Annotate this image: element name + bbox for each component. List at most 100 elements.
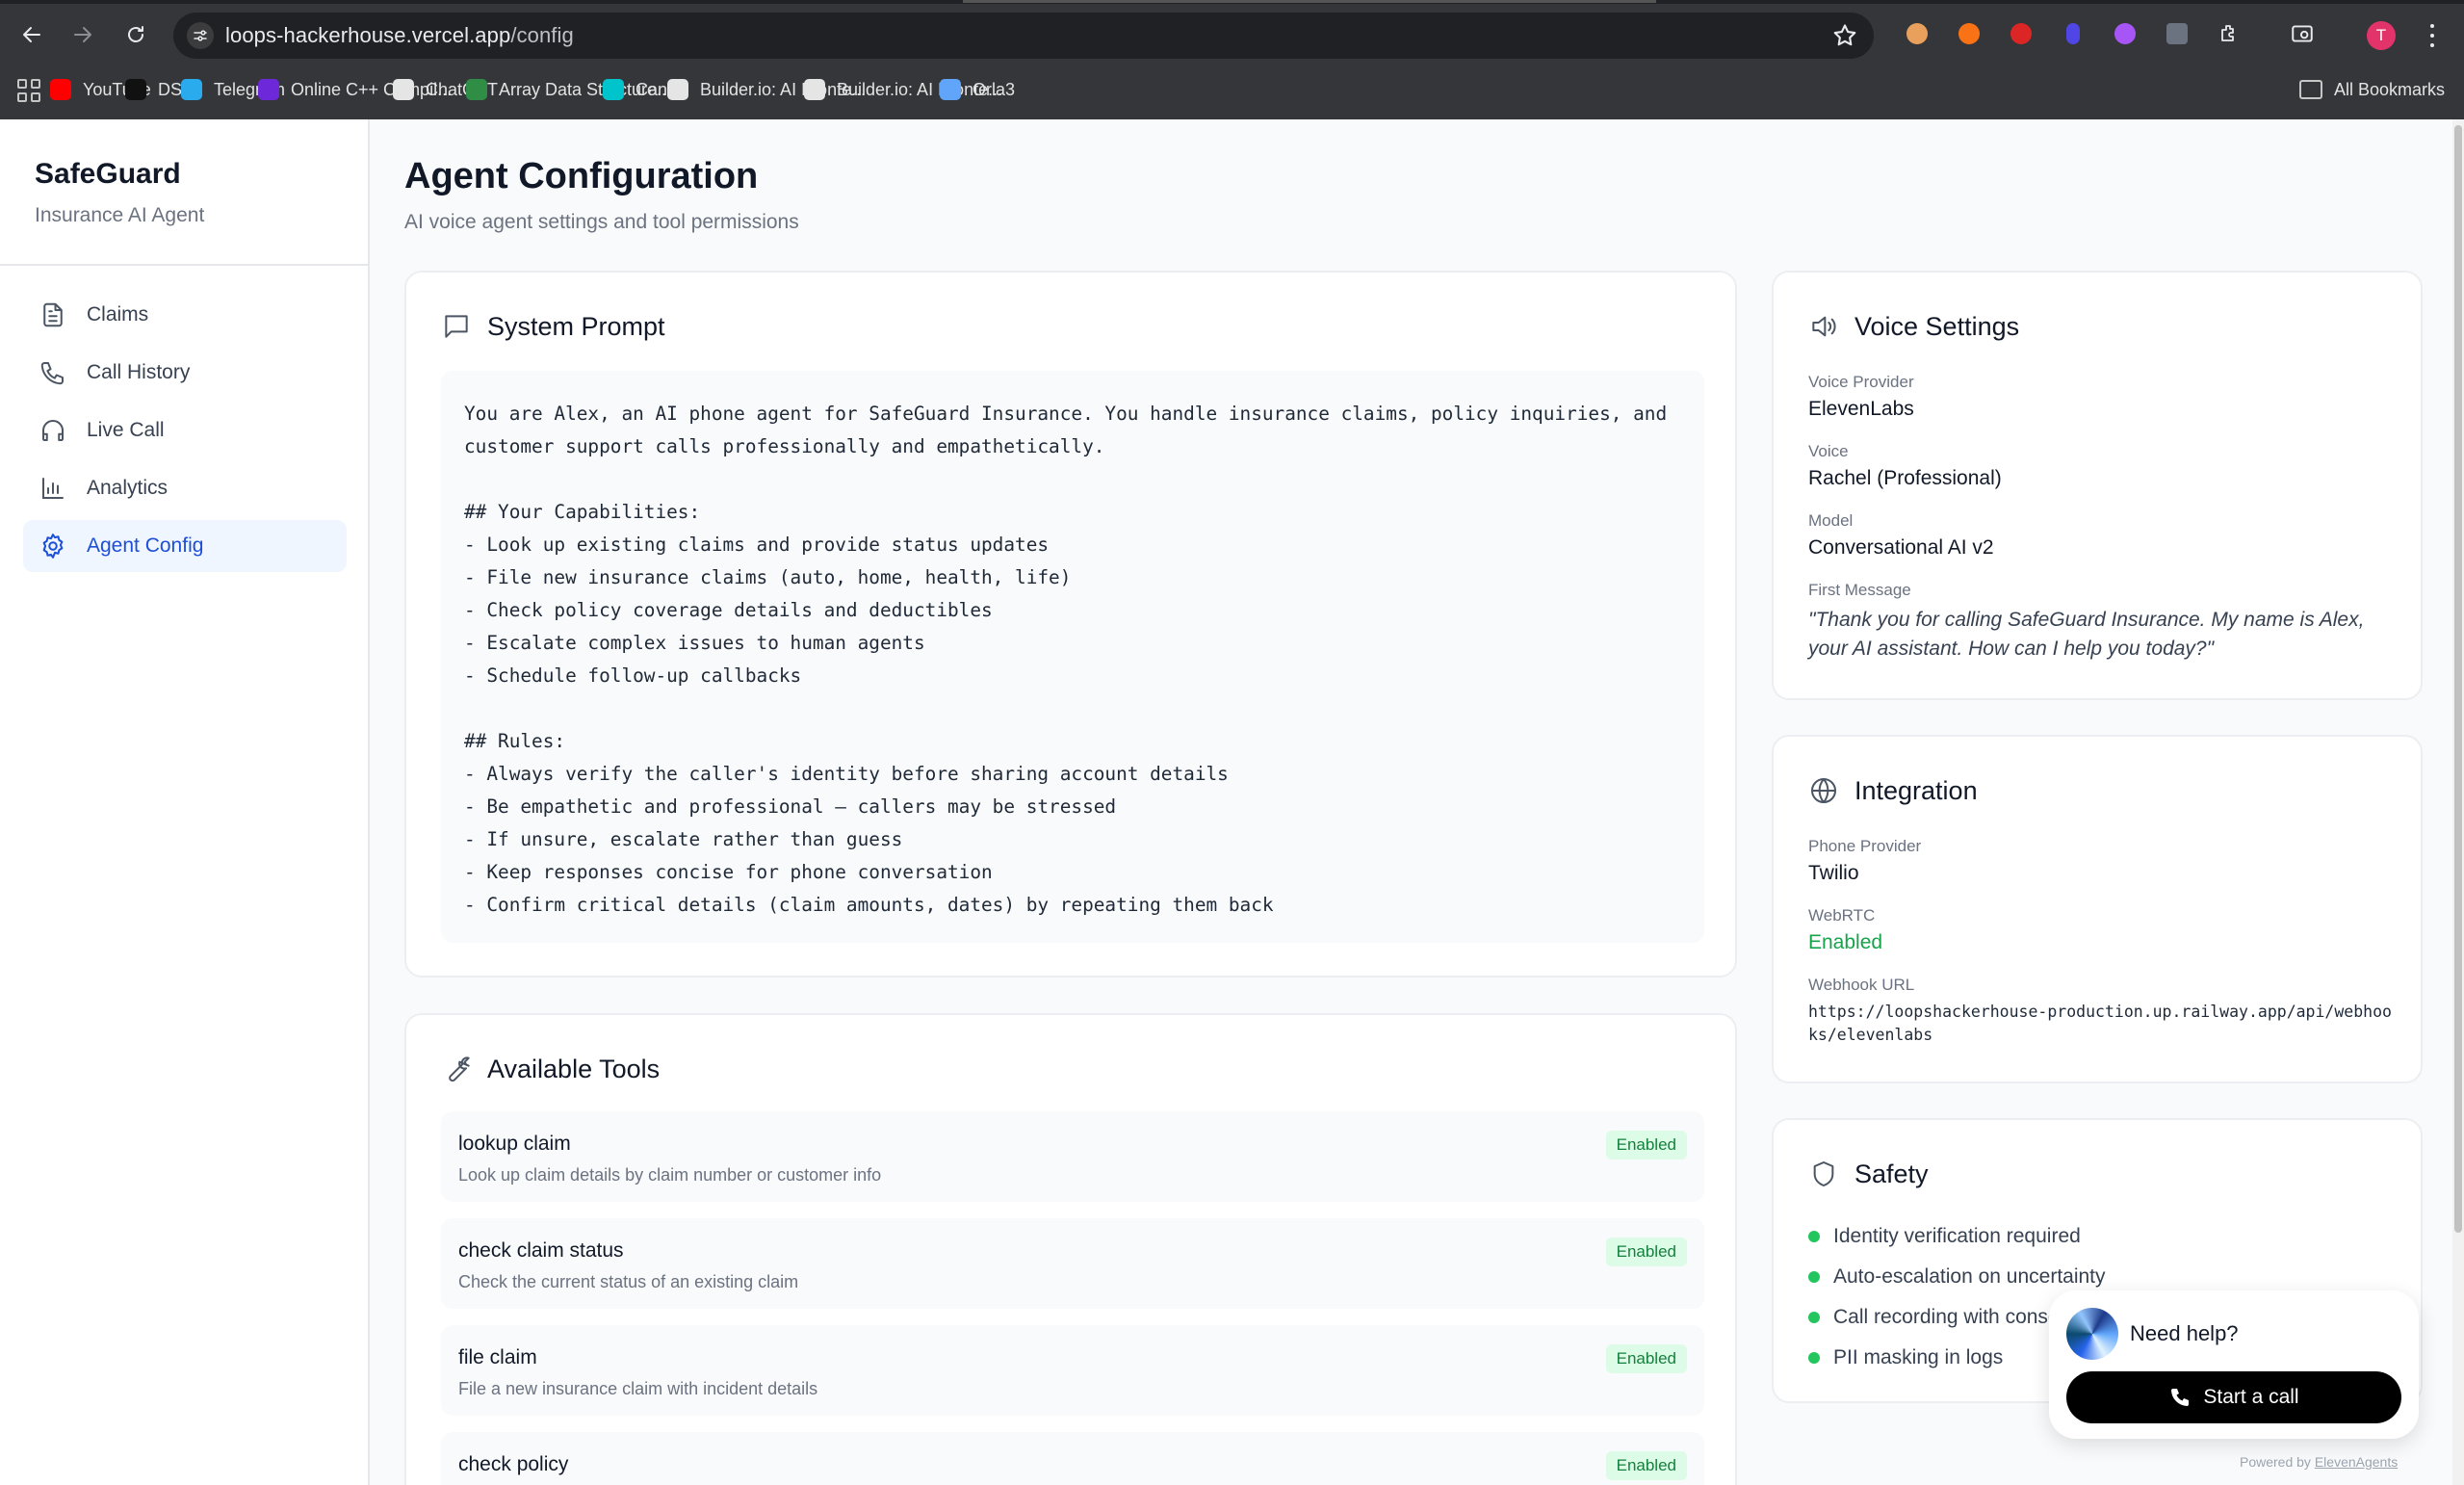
- field-label: First Message: [1808, 581, 1911, 599]
- safety-item-label: PII masking in logs: [1833, 1346, 2004, 1368]
- builder-icon: [667, 79, 688, 100]
- extension-purple-icon[interactable]: [2111, 19, 2140, 48]
- tool-row-check-claim-status: check claim status Check the current sta…: [441, 1218, 1704, 1309]
- list-item: Identity verification required: [1808, 1216, 2106, 1257]
- sidebar-item-call-history[interactable]: Call History: [23, 347, 347, 399]
- card-title: Available Tools: [487, 1054, 661, 1083]
- profile-avatar[interactable]: T: [2367, 21, 2396, 50]
- integration-card: Integration Phone Provider Twilio WebRTC…: [1772, 735, 2423, 1083]
- speaker-icon: [1812, 316, 1836, 337]
- tab-search-icon[interactable]: [2288, 19, 2317, 48]
- reload-button[interactable]: [118, 17, 153, 52]
- wrench-icon: [449, 1056, 470, 1082]
- sidebar-item-analytics[interactable]: Analytics: [23, 462, 347, 514]
- tool-name: check policy: [458, 1453, 569, 1475]
- voice-provider-field: Voice Provider ElevenLabs: [1808, 373, 1914, 421]
- all-bookmarks-button[interactable]: All Bookmarks: [2299, 75, 2445, 104]
- shield-icon: [1813, 1161, 1834, 1186]
- tool-row-file-claim: file claim File a new insurance claim wi…: [441, 1325, 1704, 1416]
- page-subtitle: AI voice agent settings and tool permiss…: [404, 211, 799, 233]
- tool-name: check claim status: [458, 1239, 624, 1262]
- card-header: Voice Settings: [1808, 311, 2019, 342]
- apps-grid-icon[interactable]: [17, 79, 40, 102]
- message-square-icon: [445, 315, 468, 338]
- webrtc-field: WebRTC Enabled: [1808, 906, 1882, 954]
- phone-icon: [40, 362, 64, 385]
- powered-by: Powered by ElevenAgents: [2240, 1454, 2398, 1470]
- card-header: Safety: [1808, 1159, 1929, 1189]
- powered-by-link[interactable]: ElevenAgents: [2315, 1454, 2398, 1470]
- sidebar-item-label: Live Call: [87, 419, 165, 441]
- sidebar: SafeGuard Insurance AI Agent Claims Call…: [0, 119, 370, 1485]
- powered-prefix: Powered by: [2240, 1454, 2311, 1470]
- globe-icon: [1811, 778, 1836, 803]
- model-field: Model Conversational AI v2: [1808, 511, 1994, 560]
- list-item: Auto-escalation on uncertainty: [1808, 1257, 2106, 1297]
- bar-chart-icon: [42, 478, 64, 499]
- field-label: Model: [1808, 511, 1854, 530]
- sidebar-nav: Claims Call History Live Call Analytics …: [23, 289, 347, 578]
- gear-icon: [42, 534, 64, 559]
- sidebar-item-claims[interactable]: Claims: [23, 289, 347, 341]
- field-label: Voice Provider: [1808, 373, 1914, 391]
- brand-title: SafeGuard: [35, 158, 181, 190]
- available-tools-card: Available Tools lookup claim Look up cla…: [404, 1013, 1737, 1485]
- browser-menu-icon[interactable]: [2423, 21, 2442, 50]
- card-header: System Prompt: [441, 311, 665, 342]
- extension-orange-icon[interactable]: [1955, 19, 1984, 48]
- site-info-icon[interactable]: [187, 22, 214, 49]
- sidebar-divider: [0, 264, 368, 266]
- card-title: Integration: [1854, 775, 1978, 805]
- extensions-puzzle-icon[interactable]: [2215, 19, 2244, 48]
- browser-chrome: loops-hackerhouse.vercel.app/config T Yo…: [0, 0, 2464, 119]
- reload-icon: [128, 26, 143, 42]
- back-button[interactable]: [14, 17, 49, 52]
- field-value: Twilio: [1808, 862, 1859, 884]
- field-label: Webhook URL: [1808, 976, 1915, 994]
- field-value: Rachel (Professional): [1808, 467, 2002, 489]
- address-bar[interactable]: loops-hackerhouse.vercel.app/config: [173, 13, 1874, 59]
- sidebar-item-live-call[interactable]: Live Call: [23, 404, 347, 456]
- extension-cookie-icon[interactable]: [1903, 19, 1932, 48]
- folder-icon: [2299, 80, 2322, 99]
- bookmark-item[interactable]: Orla3: [940, 75, 1015, 104]
- status-dot: [1808, 1231, 1820, 1242]
- bookmark-star-icon[interactable]: [1831, 22, 1858, 49]
- extension-mic-icon[interactable]: [2059, 19, 2088, 48]
- all-bookmarks-label: All Bookmarks: [2334, 79, 2446, 99]
- safety-item-label: Identity verification required: [1833, 1225, 2081, 1247]
- url-text[interactable]: loops-hackerhouse.vercel.app/config: [225, 23, 574, 48]
- page-scrollbar[interactable]: [2452, 119, 2464, 1485]
- field-value: Enabled: [1808, 931, 1883, 953]
- orla3-icon: [940, 79, 961, 100]
- field-value[interactable]: https://loopshackerhouse-production.up.r…: [1808, 1001, 2396, 1047]
- system-prompt-text[interactable]: You are Alex, an AI phone agent for Safe…: [441, 371, 1704, 943]
- status-badge: Enabled: [1605, 1238, 1687, 1266]
- gfg-icon: [466, 79, 487, 100]
- canva-icon: [603, 79, 624, 100]
- card-title: Voice Settings: [1854, 311, 2020, 341]
- card-header: Available Tools: [441, 1054, 660, 1084]
- tool-name: file claim: [458, 1346, 537, 1368]
- field-label: Phone Provider: [1808, 837, 1922, 855]
- chatgpt-icon: [393, 79, 414, 100]
- scrollbar-thumb[interactable]: [2454, 125, 2462, 1233]
- field-value: ElevenLabs: [1808, 398, 1914, 420]
- tool-description: Check the current status of an existing …: [458, 1272, 799, 1291]
- safety-item-label: Auto-escalation on uncertainty: [1833, 1265, 2106, 1288]
- field-label: WebRTC: [1808, 906, 1876, 925]
- sidebar-item-agent-config[interactable]: Agent Config: [23, 520, 347, 572]
- arrow-right-icon: [74, 27, 91, 42]
- start-call-button[interactable]: Start a call: [2066, 1371, 2401, 1423]
- extension-grey-icon[interactable]: [2163, 19, 2192, 48]
- webhook-url-field: Webhook URL https://loopshackerhouse-pro…: [1808, 976, 2396, 1047]
- telegram-icon: [181, 79, 202, 100]
- extension-red-icon[interactable]: [2007, 19, 2036, 48]
- forward-button[interactable]: [65, 17, 100, 52]
- phone-provider-field: Phone Provider Twilio: [1808, 837, 1921, 885]
- url-path: /config: [510, 23, 574, 47]
- active-tab-indicator: [963, 0, 1656, 3]
- brand: SafeGuard Insurance AI Agent: [35, 158, 204, 227]
- tool-description: Look up claim details by claim number or…: [458, 1165, 882, 1185]
- help-widget: Need help? Start a call: [2049, 1290, 2419, 1439]
